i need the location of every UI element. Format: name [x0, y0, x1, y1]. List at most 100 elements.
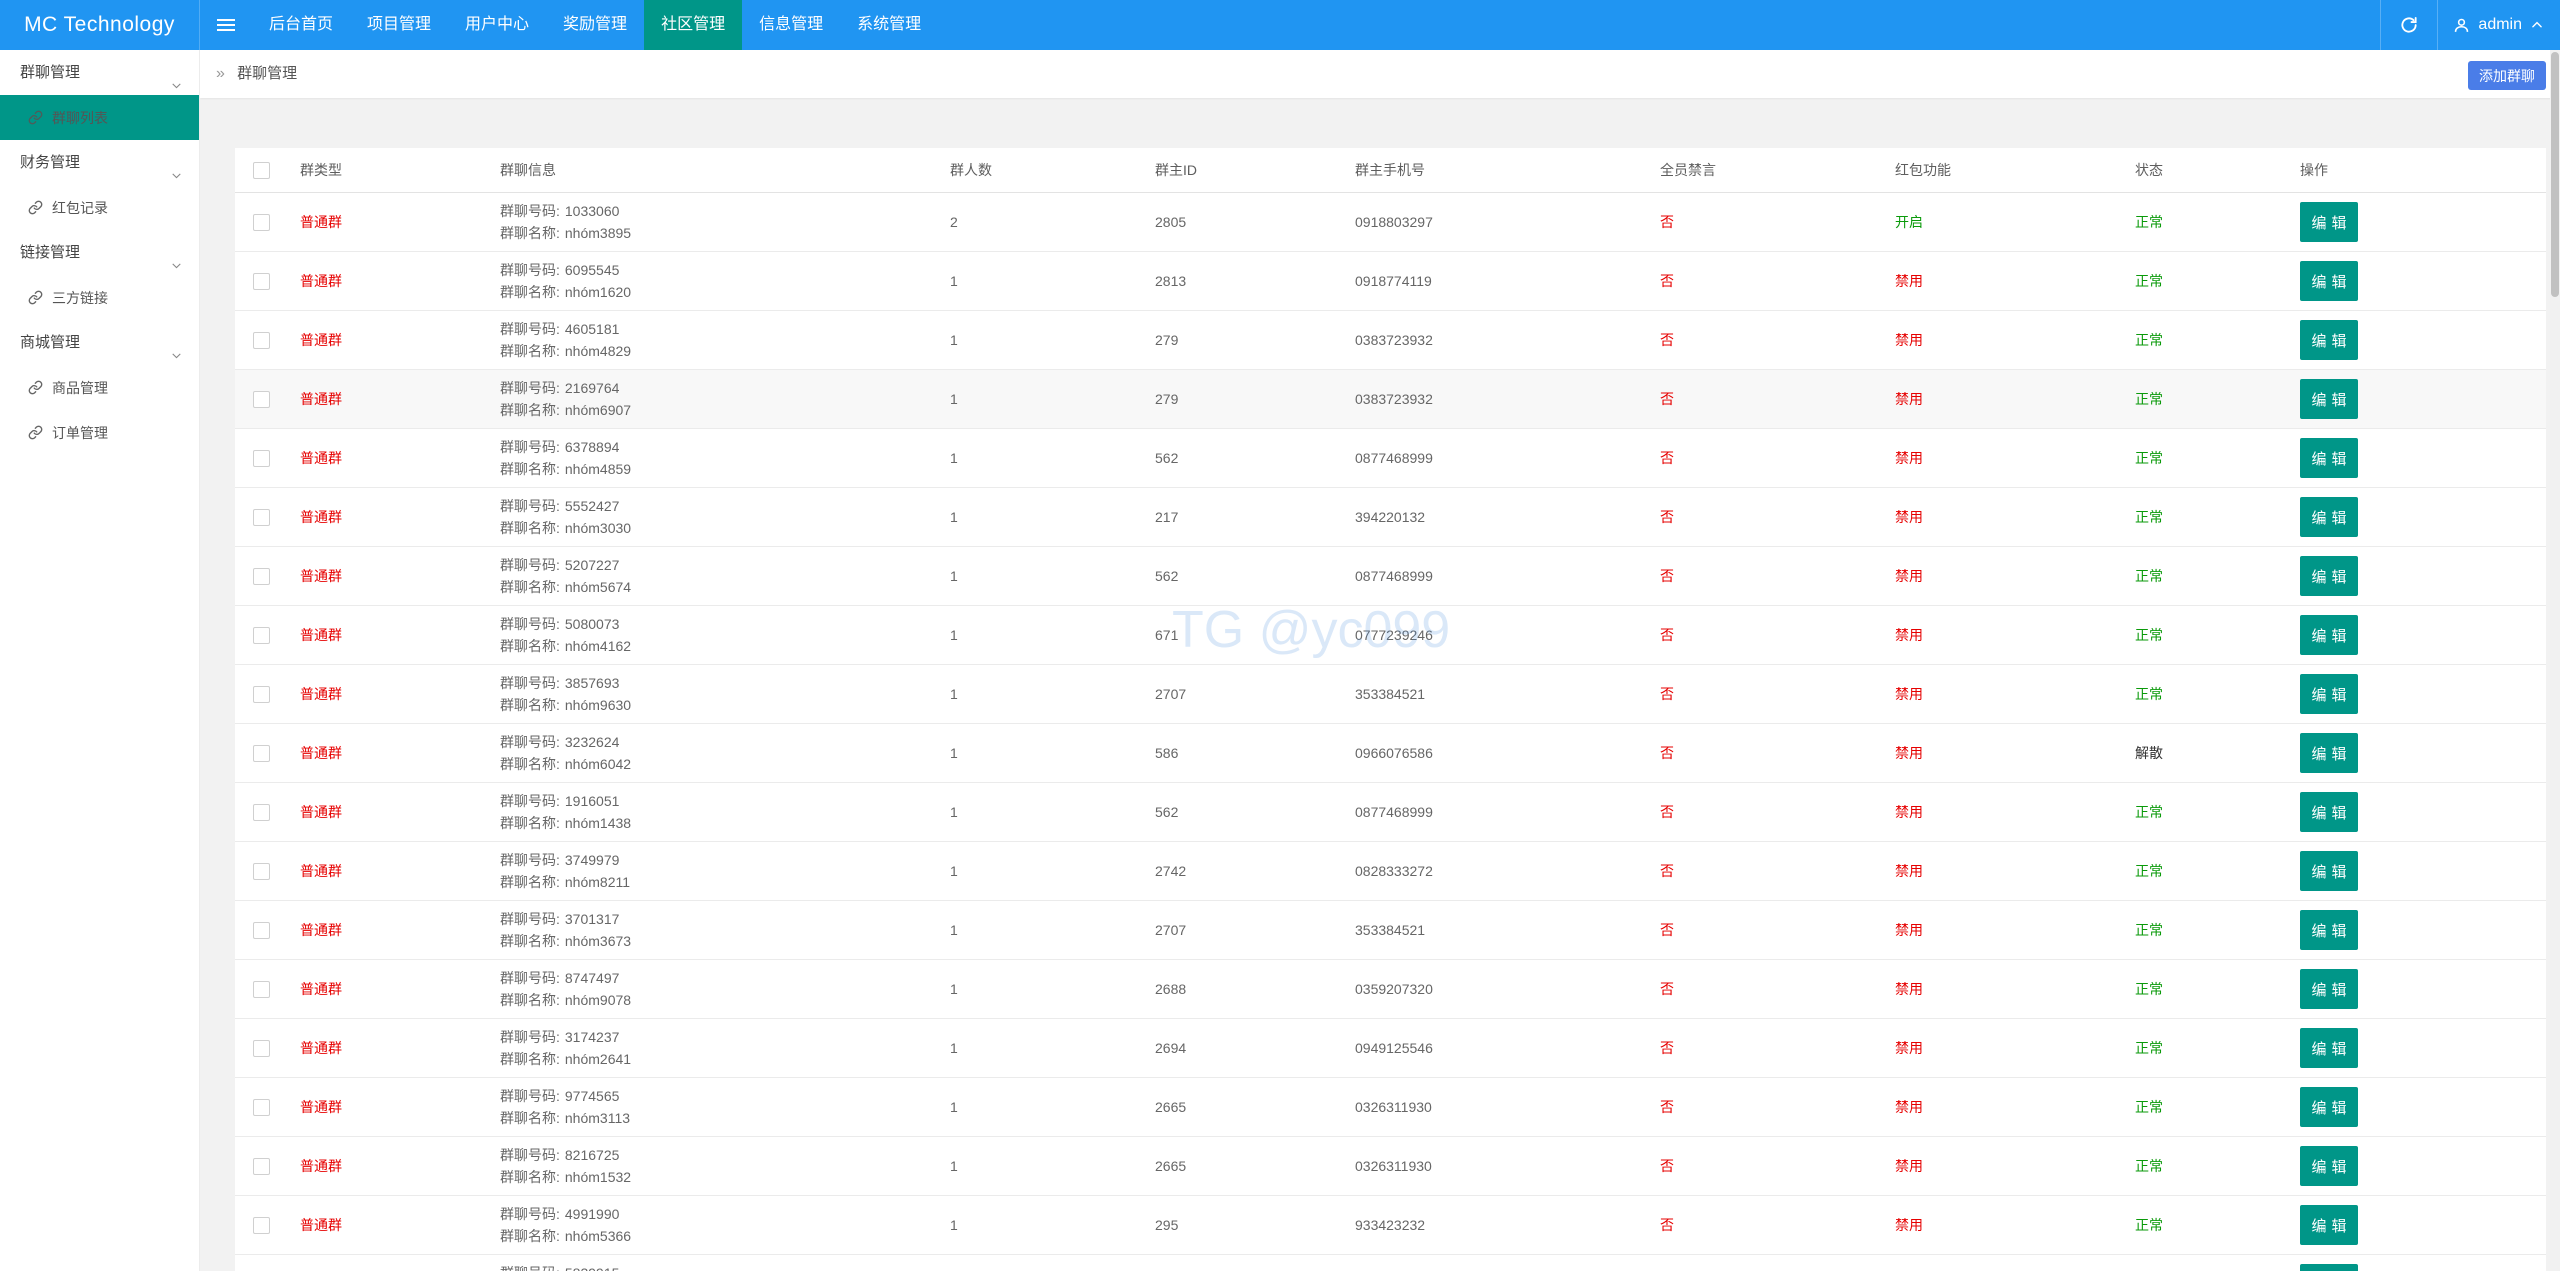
group-no-value: 5839915: [565, 1265, 620, 1271]
red-packet-status: 禁用: [1895, 509, 1923, 525]
mute-all-status: 否: [1660, 214, 1674, 230]
group-status: 正常: [2135, 273, 2163, 289]
nav-item-rewards[interactable]: 奖励管理: [546, 0, 644, 50]
row-checkbox[interactable]: [253, 272, 270, 290]
link-icon: [28, 290, 43, 305]
group-name-value: nhóm4162: [564, 638, 632, 654]
sidebar: 群聊管理 群聊列表 财务管理 红包记录 链接管理 三方链接 商城管理 商品管理 …: [0, 50, 200, 1271]
nav-item-messages[interactable]: 信息管理: [742, 0, 840, 50]
row-checkbox[interactable]: [253, 980, 270, 998]
group-status: 正常: [2135, 627, 2163, 643]
group-no-label: 群聊号码:: [500, 262, 560, 278]
edit-button[interactable]: 编辑: [2300, 438, 2358, 478]
mute-all-status: 否: [1660, 509, 1674, 525]
row-checkbox[interactable]: [253, 213, 270, 231]
edit-button[interactable]: 编辑: [2300, 202, 2358, 242]
edit-button[interactable]: 编辑: [2300, 851, 2358, 891]
edit-button[interactable]: 编辑: [2300, 910, 2358, 950]
edit-button[interactable]: 编辑: [2300, 1087, 2358, 1127]
edit-button[interactable]: 编辑: [2300, 615, 2358, 655]
row-checkbox[interactable]: [253, 508, 270, 526]
sidebar-item-label: 商品管理: [52, 379, 108, 396]
mute-all-status: 否: [1660, 745, 1674, 761]
group-name-label: 群聊名称:: [500, 520, 560, 536]
chevron-down-icon: [170, 155, 183, 200]
red-packet-status: 禁用: [1895, 568, 1923, 584]
sidebar-section-mall-mgmt[interactable]: 商城管理: [0, 320, 199, 365]
edit-button[interactable]: 编辑: [2300, 674, 2358, 714]
sidebar-item-order-mgmt[interactable]: 订单管理: [0, 410, 199, 455]
group-no-value: 9774565: [564, 1088, 620, 1104]
menu-toggle-button[interactable]: [200, 0, 252, 50]
edit-button[interactable]: 编辑: [2300, 969, 2358, 1009]
row-checkbox[interactable]: [253, 390, 270, 408]
group-name-value: nhóm1532: [564, 1169, 632, 1185]
group-no-value: 6378894: [564, 439, 620, 455]
group-no-label: 群聊号码:: [500, 675, 560, 691]
admin-menu[interactable]: admin: [2438, 0, 2560, 50]
row-checkbox[interactable]: [253, 331, 270, 349]
refresh-button[interactable]: [2381, 0, 2437, 50]
owner-phone: 353384521: [1355, 686, 1426, 702]
row-checkbox[interactable]: [253, 567, 270, 585]
edit-button[interactable]: 编辑: [2300, 379, 2358, 419]
group-type: 普通群: [300, 332, 342, 348]
edit-button[interactable]: 编辑: [2300, 792, 2358, 832]
row-checkbox[interactable]: [253, 449, 270, 467]
group-no-value: 1916051: [564, 793, 620, 809]
edit-button[interactable]: 编辑: [2300, 1028, 2358, 1068]
table-header-row: 群类型 群聊信息 群人数 群主ID 群主手机号 全员禁言 红包功能 状态 操作: [235, 148, 2546, 193]
row-checkbox[interactable]: [253, 1098, 270, 1116]
owner-phone: 0877468999: [1355, 804, 1433, 820]
row-checkbox[interactable]: [253, 921, 270, 939]
group-status: 正常: [2135, 922, 2163, 938]
row-checkbox[interactable]: [253, 862, 270, 880]
add-group-button[interactable]: 添加群聊: [2468, 61, 2546, 90]
group-no-value: 3749979: [564, 852, 620, 868]
sidebar-section-finance-mgmt[interactable]: 财务管理: [0, 140, 199, 185]
sidebar-section-label: 群聊管理: [20, 64, 81, 81]
nav-item-system[interactable]: 系统管理: [840, 0, 938, 50]
group-name-value: nhóm5674: [564, 579, 632, 595]
scrollbar-thumb[interactable]: [2551, 52, 2559, 297]
edit-button[interactable]: 编辑: [2300, 497, 2358, 537]
nav-item-projects[interactable]: 项目管理: [350, 0, 448, 50]
group-name-value: nhóm2641: [564, 1051, 632, 1067]
red-packet-status: 开启: [1895, 214, 1923, 230]
owner-id: 2688: [1155, 981, 1187, 997]
nav-item-community[interactable]: 社区管理: [644, 0, 743, 50]
owner-id: 562: [1155, 450, 1179, 466]
mute-all-status: 否: [1660, 1158, 1674, 1174]
owner-id: 586: [1155, 745, 1179, 761]
owner-id: 562: [1155, 568, 1179, 584]
row-checkbox[interactable]: [253, 1216, 270, 1234]
edit-button[interactable]: 编辑: [2300, 261, 2358, 301]
row-checkbox[interactable]: [253, 1039, 270, 1057]
group-type: 普通群: [300, 1217, 342, 1233]
select-all-checkbox[interactable]: [253, 161, 270, 179]
edit-button[interactable]: 编辑: [2300, 733, 2358, 773]
link-icon: [28, 110, 43, 125]
red-packet-status: 禁用: [1895, 686, 1923, 702]
row-checkbox[interactable]: [253, 803, 270, 821]
row-checkbox[interactable]: [253, 744, 270, 762]
refresh-icon: [2401, 17, 2418, 33]
edit-button[interactable]: 编辑: [2300, 1146, 2358, 1186]
edit-button[interactable]: 编辑: [2300, 1264, 2358, 1271]
edit-button[interactable]: 编辑: [2300, 1205, 2358, 1245]
nav-item-home[interactable]: 后台首页: [252, 0, 350, 50]
edit-button[interactable]: 编辑: [2300, 556, 2358, 596]
sidebar-section-link-mgmt[interactable]: 链接管理: [0, 230, 199, 275]
chevron-down-icon: [170, 245, 183, 290]
edit-button[interactable]: 编辑: [2300, 320, 2358, 360]
sidebar-section-group-mgmt[interactable]: 群聊管理: [0, 50, 199, 95]
group-no-label: 群聊号码:: [500, 380, 560, 396]
row-checkbox[interactable]: [253, 685, 270, 703]
row-checkbox[interactable]: [253, 1157, 270, 1175]
nav-item-users[interactable]: 用户中心: [448, 0, 546, 50]
owner-phone: 0777239246: [1355, 627, 1433, 643]
hamburger-icon: [217, 18, 235, 32]
table-row: 普通群 群聊号码: 9774565 群聊名称: nhóm3113 1 2665 03…: [235, 1078, 2546, 1137]
row-checkbox[interactable]: [253, 626, 270, 644]
vertical-scrollbar[interactable]: [2550, 50, 2560, 1271]
